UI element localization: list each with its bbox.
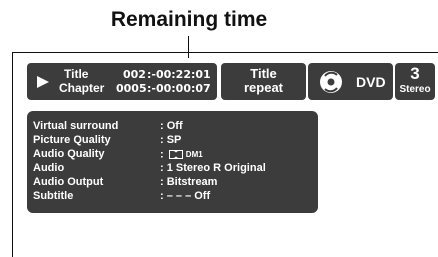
playback-info-panel: Virtual surround : Off Picture Quality :…: [27, 111, 318, 213]
callout-pointer-line: [188, 36, 189, 58]
title-chapter-panel[interactable]: Title 002 :-00:22:01 Chapter 0005 :-00:0…: [27, 63, 217, 100]
info-key: Picture Quality: [33, 134, 111, 146]
info-key: Audio: [33, 162, 65, 174]
screen-frame-top: [12, 52, 438, 53]
audio-mode-label: Stereo: [399, 84, 431, 95]
info-key: Virtual surround: [33, 120, 119, 132]
disc-type-panel[interactable]: DVD: [308, 63, 393, 100]
info-value: : DM1: [160, 149, 203, 160]
info-key: Subtitle: [33, 190, 74, 202]
title-label: Title: [64, 67, 89, 81]
repeat-line-2: repeat: [243, 80, 284, 95]
info-value: : Off: [160, 120, 183, 132]
title-number: 002: [123, 68, 146, 81]
disc-icon: [320, 71, 342, 93]
info-value: : SP: [160, 134, 182, 146]
audio-channel-panel[interactable]: 3 Stereo: [395, 63, 435, 100]
audio-quality-suffix: DM1: [185, 150, 203, 159]
remaining-time-label: Remaining time: [110, 8, 268, 31]
title-remaining-time: :-00:22:01: [147, 68, 211, 81]
screen-frame-left: [12, 52, 13, 257]
info-colon: :: [160, 148, 164, 161]
info-value: : Bitstream: [160, 176, 218, 188]
info-value: : 1 Stereo R Original: [160, 162, 266, 174]
dolby-digital-icon: [168, 150, 183, 159]
chapter-remaining-time: :-00:00:07: [147, 82, 211, 95]
play-icon: [37, 76, 49, 88]
info-value: : – – – Off: [160, 190, 211, 202]
audio-channel-number: 3: [410, 64, 420, 83]
disc-type-label: DVD: [356, 74, 386, 90]
info-key: Audio Quality: [33, 148, 105, 160]
chapter-number: 0005: [116, 82, 147, 95]
chapter-label: Chapter: [59, 81, 105, 95]
repeat-line-1: Title: [250, 66, 277, 81]
title-repeat-panel[interactable]: Title repeat: [221, 63, 306, 100]
info-key: Audio Output: [33, 176, 104, 188]
